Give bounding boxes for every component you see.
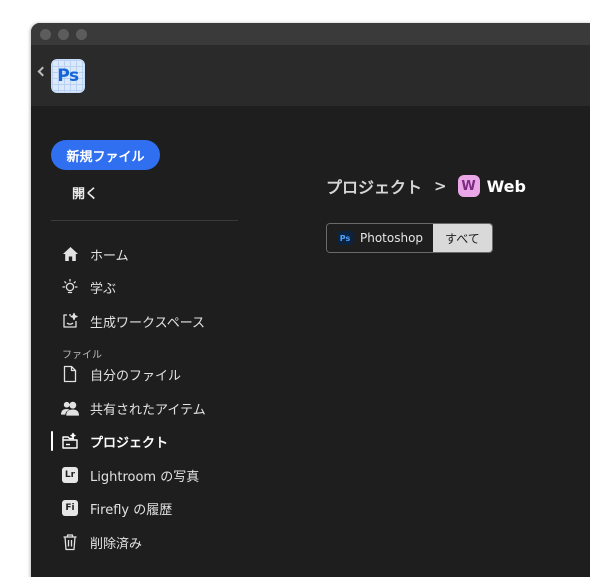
sidebar-item-label: 学ぶ [90,281,117,297]
app-filter-toggle: Ps Photoshop すべて [326,223,493,253]
zoom-window-button[interactable] [76,29,87,40]
generative-workspace-icon [61,312,79,330]
shared-people-icon [61,399,79,417]
filter-all-button[interactable]: すべて [433,224,492,252]
lightbulb-icon [61,278,79,296]
title-bar [31,23,590,45]
sidebar-item-generative-workspace[interactable]: 生成ワークスペース [51,307,251,335]
minimize-window-button[interactable] [58,29,69,40]
sidebar-item-lightroom[interactable]: Lr Lightroom の写真 [51,461,251,489]
firefly-icon: Fi [61,499,79,517]
firefly-badge: Fi [62,500,78,516]
sidebar-item-label: 自分のファイル [90,368,182,384]
sidebar-item-label: プロジェクト [90,435,169,451]
photoshop-logo[interactable]: Ps [51,59,85,93]
breadcrumb-root-link[interactable]: プロジェクト [326,174,422,198]
section-label-files: ファイル [62,350,102,361]
main-content: 新規ファイル 開く ホーム 学ぶ 生成ワークスペース ファイル 自分のファイル … [31,106,590,577]
home-icon [61,245,79,263]
photoshop-icon: Ps [337,231,353,245]
sidebar-item-projects[interactable]: プロジェクト [51,427,251,455]
file-icon [61,365,79,383]
app-window: Ps 新規ファイル 開く ホーム 学ぶ 生成ワークスペース ファイル 自分のファ… [31,23,590,577]
sidebar-item-my-files[interactable]: 自分のファイル [51,360,251,388]
chevron-right-icon: > [434,177,447,195]
sidebar-item-label: 共有されたアイテム [90,402,206,418]
breadcrumb: プロジェクト > W Web [326,174,526,198]
filter-photoshop-button[interactable]: Ps Photoshop [327,224,434,252]
project-icon: W [457,175,480,197]
sidebar-item-learn[interactable]: 学ぶ [51,273,251,301]
trash-icon [61,533,79,551]
filter-photoshop-label: Photoshop [360,231,424,245]
sidebar-item-deleted[interactable]: 削除済み [51,528,251,556]
sidebar-item-label: Lightroom の写真 [90,469,200,485]
breadcrumb-current: Web [486,176,526,196]
projects-icon [61,432,79,450]
back-chevron-icon[interactable] [37,66,48,77]
sidebar-divider [51,220,238,221]
sidebar-item-label: 生成ワークスペース [90,315,206,331]
lightroom-badge: Lr [62,467,78,483]
open-button[interactable]: 開く [72,183,98,202]
sidebar-item-label: ホーム [90,248,129,264]
sidebar-item-label: Firefly の履歴 [90,502,173,518]
logo-text: Ps [57,66,79,86]
sidebar-item-firefly[interactable]: Fi Firefly の履歴 [51,494,251,522]
new-file-button[interactable]: 新規ファイル [51,140,160,170]
sidebar-item-shared[interactable]: 共有されたアイテム [51,394,251,422]
app-header: Ps [31,45,590,106]
sidebar-item-home[interactable]: ホーム [51,240,251,268]
active-indicator [51,431,53,451]
close-window-button[interactable] [40,29,51,40]
lightroom-icon: Lr [61,466,79,484]
sidebar-item-label: 削除済み [90,536,143,552]
